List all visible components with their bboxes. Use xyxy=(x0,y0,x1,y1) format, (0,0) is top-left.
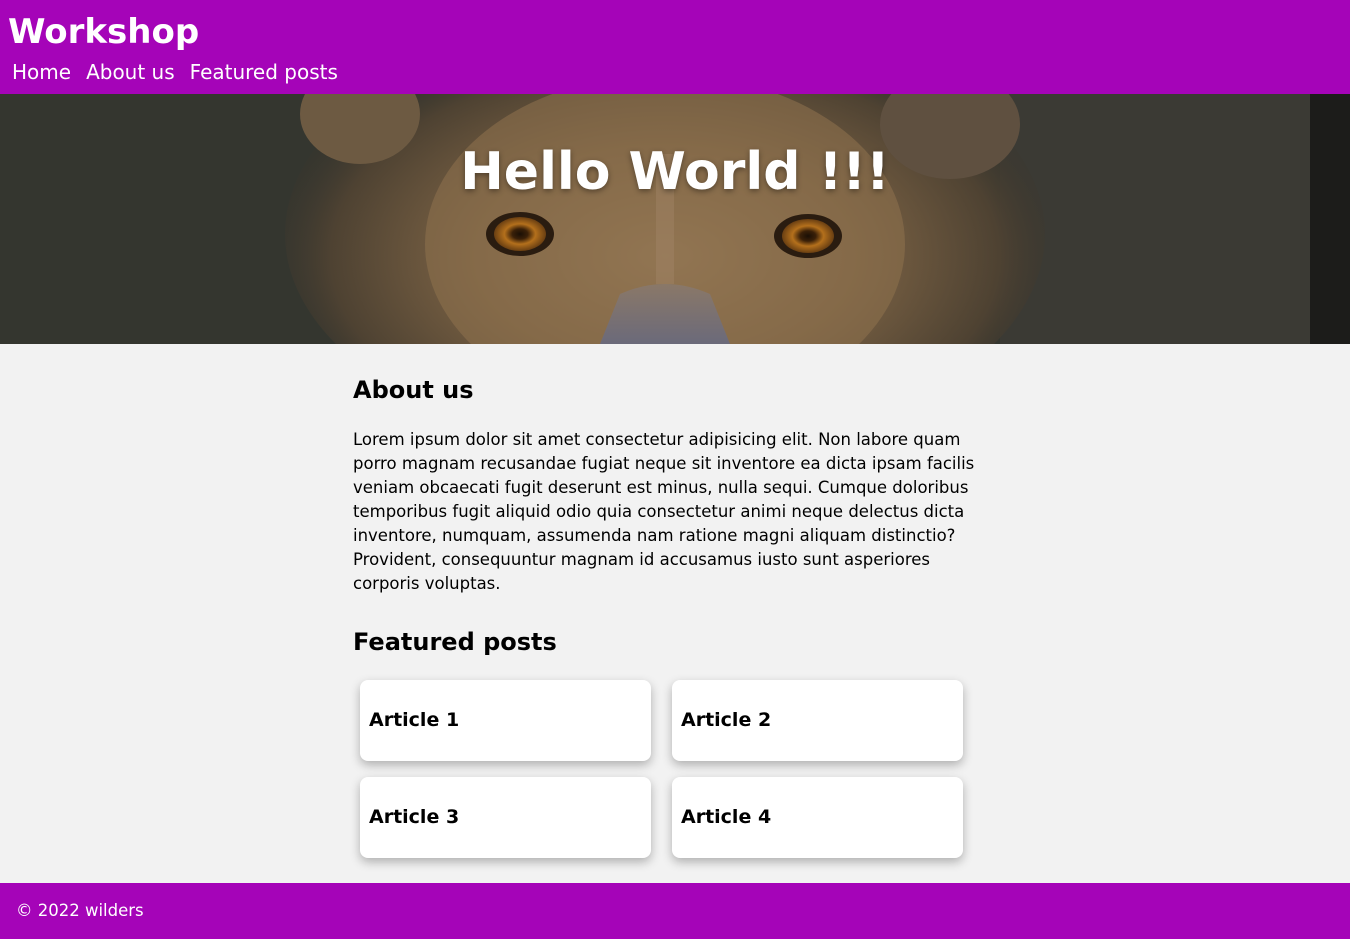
article-title: Article 2 xyxy=(681,709,772,731)
site-title: Workshop xyxy=(8,12,200,52)
about-us-heading: About us xyxy=(353,376,474,404)
nav-link-featured-posts[interactable]: Featured posts xyxy=(190,59,338,85)
hero-title: Hello World !!! xyxy=(460,142,890,202)
nav-link-about-us[interactable]: About us xyxy=(86,59,175,85)
hero-banner: Hello World !!! xyxy=(0,94,1350,344)
hero-lioness-image xyxy=(0,94,1350,344)
article-title: Article 4 xyxy=(681,806,772,828)
main-content: About us Lorem ipsum dolor sit amet cons… xyxy=(353,374,1003,596)
article-title: Article 1 xyxy=(369,709,460,731)
nav-link-home[interactable]: Home xyxy=(12,59,71,85)
article-card[interactable]: Article 4 xyxy=(672,777,963,858)
article-card[interactable]: Article 3 xyxy=(360,777,651,858)
footer-copyright: © 2022 wilders xyxy=(16,901,144,920)
article-card[interactable]: Article 2 xyxy=(672,680,963,761)
article-card[interactable]: Article 1 xyxy=(360,680,651,761)
main-nav: Home About us Featured posts xyxy=(12,59,338,85)
site-footer: © 2022 wilders xyxy=(0,883,1350,939)
featured-posts-heading: Featured posts xyxy=(353,628,557,656)
about-us-text: Lorem ipsum dolor sit amet consectetur a… xyxy=(353,430,975,593)
site-header: Workshop Home About us Featured posts xyxy=(0,0,1350,94)
article-title: Article 3 xyxy=(369,806,460,828)
